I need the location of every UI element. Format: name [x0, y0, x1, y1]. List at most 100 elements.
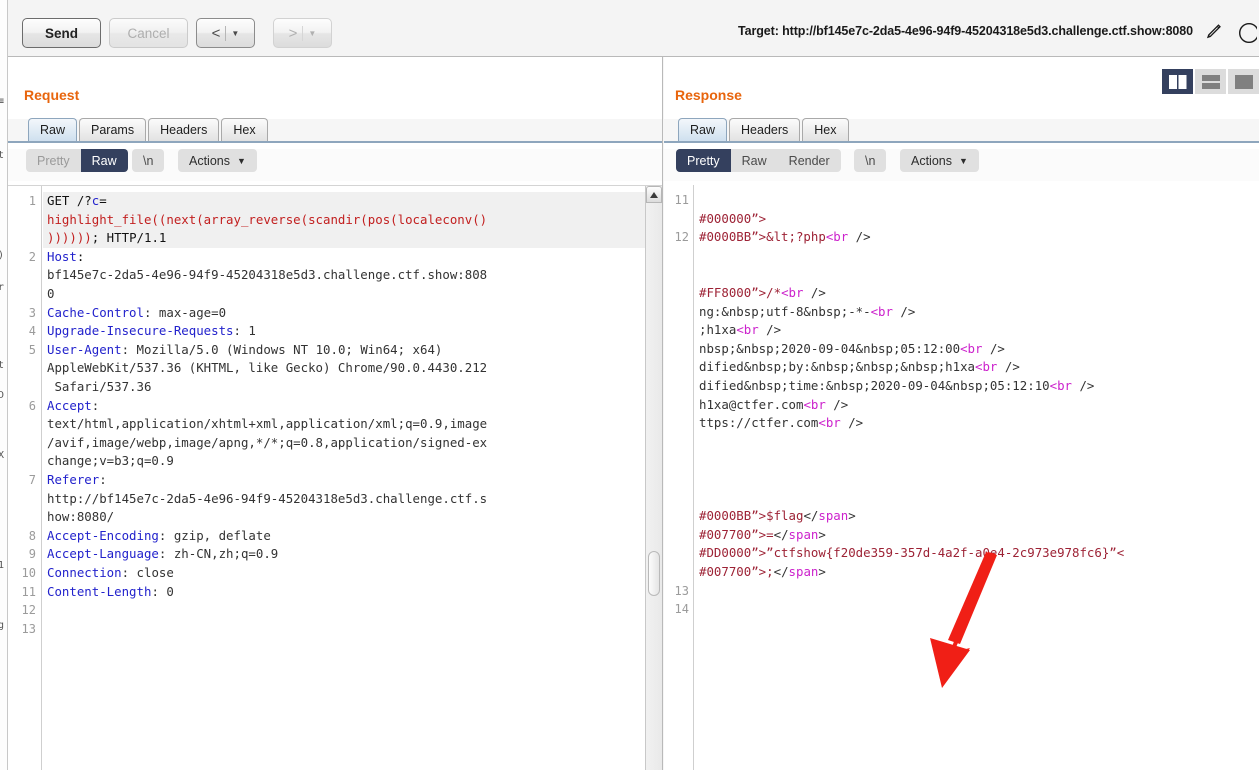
code-line: Content-Length: 0 — [47, 583, 174, 602]
response-code-area[interactable]: 11 12 13 14 #000000”> #0000BB”>&lt;?php<br /… — [664, 185, 1259, 770]
request-gutter: 1 2 3 4 5 6 7 8 9 10 11 12 13 — [8, 186, 42, 770]
code-line: change;v=b3;q=0.9 — [47, 452, 174, 471]
scroll-up-arrow[interactable] — [646, 186, 662, 203]
layout-side-by-side-button[interactable] — [1162, 69, 1193, 94]
response-actions-button[interactable]: Actions ▼ — [900, 149, 979, 172]
request-newline-label[interactable]: \n — [132, 149, 164, 172]
back-button[interactable]: < ▼ — [196, 18, 255, 48]
request-mode-raw[interactable]: Raw — [80, 149, 128, 172]
repeater-toolbar: Send Cancel < ▼ > ▼ Target: http://bf145… — [8, 0, 1259, 57]
response-tab-hex[interactable]: Hex — [802, 118, 849, 141]
code-token: Safari/537.36 — [47, 379, 152, 394]
layout-stacked-button[interactable] — [1195, 69, 1226, 94]
response-view-mode-group[interactable]: Pretty Raw Render — [676, 149, 841, 172]
code-token: how:8080/ — [47, 509, 115, 525]
chevron-right-icon: > — [288, 24, 298, 42]
request-pane-title: Request — [24, 87, 80, 103]
line-number: 12 — [674, 230, 689, 245]
bg-frag: X — [0, 450, 4, 461]
code-token: = — [99, 193, 107, 208]
code-line: #007700”>;</span> — [699, 563, 826, 582]
chevron-left-icon: < — [211, 24, 221, 42]
request-raw-text[interactable]: GET /?c= highlight_file((next(array_rever… — [43, 186, 662, 770]
bg-frag: ) — [0, 250, 4, 261]
forward-button[interactable]: > ▼ — [273, 18, 332, 48]
code-token: nbsp;&nbsp;2020-09-04&nbsp;05:12:00 — [699, 340, 961, 356]
code-token: <br — [1049, 378, 1073, 393]
code-token: </ — [773, 564, 789, 579]
response-tab-headers[interactable]: Headers — [729, 118, 801, 141]
bg-frag: D — [0, 390, 4, 401]
code-line: 0 — [47, 285, 54, 304]
response-newline-toggle[interactable]: \n — [854, 149, 887, 172]
circle-icon[interactable] — [1231, 22, 1257, 44]
response-mode-raw[interactable]: Raw — [731, 149, 778, 172]
code-token: Cache-Control — [47, 304, 144, 320]
code-token: Referer — [47, 472, 100, 487]
request-tab-raw[interactable]: Raw — [28, 118, 78, 141]
request-actions-button[interactable]: Actions ▼ — [178, 149, 257, 172]
pencil-icon[interactable] — [1203, 22, 1223, 42]
request-view-mode-group[interactable]: Pretty Raw — [26, 149, 128, 172]
code-line: ng:&nbsp;utf-8&nbsp;-*-<br /> — [699, 303, 915, 322]
request-code-area[interactable]: 1 2 3 4 5 6 7 8 9 10 11 12 13 GET /?c= highlight_file… — [8, 185, 662, 770]
chevron-down-icon: ▼ — [237, 155, 246, 166]
code-token: #000000”> — [699, 210, 767, 226]
chevron-down-icon: ▼ — [308, 28, 317, 38]
request-tab-headers[interactable]: Headers — [148, 118, 220, 141]
code-token: /> — [1072, 378, 1095, 393]
code-token: : zh-CN,zh;q=0.9 — [158, 546, 279, 562]
line-number: 3 — [28, 305, 36, 320]
request-newline-toggle[interactable]: \n — [132, 149, 165, 172]
send-button[interactable]: Send — [22, 18, 101, 48]
code-line: Connection: close — [47, 564, 174, 583]
code-line: Accept-Encoding: gzip, deflate — [47, 527, 271, 546]
code-token: <br — [803, 396, 826, 412]
code-token: /> — [803, 285, 826, 300]
response-tab-raw[interactable]: Raw — [678, 118, 728, 141]
request-vertical-scrollbar[interactable] — [645, 186, 662, 770]
code-token: 0 — [47, 286, 55, 301]
code-token: #FF8000”>/* — [699, 285, 782, 300]
tab-label: Hex — [814, 123, 837, 137]
line-number: 6 — [28, 398, 36, 413]
code-line: ;h1xa<br /> — [699, 321, 781, 340]
code-line: Host: — [47, 248, 84, 267]
request-mode-pretty[interactable]: Pretty — [26, 149, 81, 172]
code-token: <br — [818, 415, 841, 431]
bg-frag: t — [0, 360, 4, 371]
line-number: 8 — [28, 528, 36, 543]
response-pane-title: Response — [675, 87, 742, 103]
code-token: bf145e7c-2da5-4e96-94f9-45204318e5d3.cha… — [47, 267, 488, 283]
scrollbar-thumb[interactable] — [648, 551, 660, 596]
request-editbar: Pretty Raw \n Actions ▼ — [8, 149, 662, 181]
cancel-button[interactable]: Cancel — [109, 18, 188, 48]
layout-tabbed-button[interactable] — [1228, 69, 1259, 94]
response-newline-label[interactable]: \n — [854, 149, 886, 172]
code-line: #0000BB”>$flag</span> — [699, 507, 856, 526]
burp-repeater-window: ≡ t ) r t D X 1 g Send Cancel < ▼ > ▼ Ta… — [0, 0, 1259, 770]
bg-frag: r — [0, 282, 4, 293]
code-token: > — [818, 526, 826, 542]
code-line: nbsp;&nbsp;2020-09-04&nbsp;05:12:00<br /… — [699, 340, 1005, 359]
divider — [302, 25, 304, 41]
highlighted-line — [43, 192, 662, 211]
code-token: #DD0000”>”ctfshow{f20de359-357d-4a2f-a0e… — [699, 545, 1125, 561]
tab-label: Headers — [741, 123, 789, 137]
code-token: : — [99, 472, 107, 487]
code-token: highlight_file((next(array_reverse(scand… — [47, 211, 488, 227]
request-tab-params[interactable]: Params — [79, 118, 147, 141]
request-tab-hex[interactable]: Hex — [221, 118, 268, 141]
code-token: ng:&nbsp;utf-8&nbsp;-*- — [699, 303, 871, 319]
response-mode-render[interactable]: Render — [778, 149, 841, 172]
code-token: : 0 — [151, 583, 174, 599]
response-pretty-text[interactable]: #000000”> #0000BB”>&lt;?php<br /> #FF8000”… — [695, 185, 1259, 770]
tab-label: Raw — [40, 123, 66, 137]
code-token: : max-age=0 — [143, 304, 227, 320]
code-line: User-Agent: Mozilla/5.0 (Windows NT 10.0… — [47, 341, 442, 360]
code-token: ttps://ctfer.com — [699, 415, 819, 431]
code-token: /> — [840, 415, 864, 431]
code-token: /> — [825, 396, 849, 412]
response-mode-pretty[interactable]: Pretty — [676, 149, 731, 172]
code-token: : Mozilla/5.0 (Windows NT 10.0; Win64; x… — [121, 341, 443, 357]
